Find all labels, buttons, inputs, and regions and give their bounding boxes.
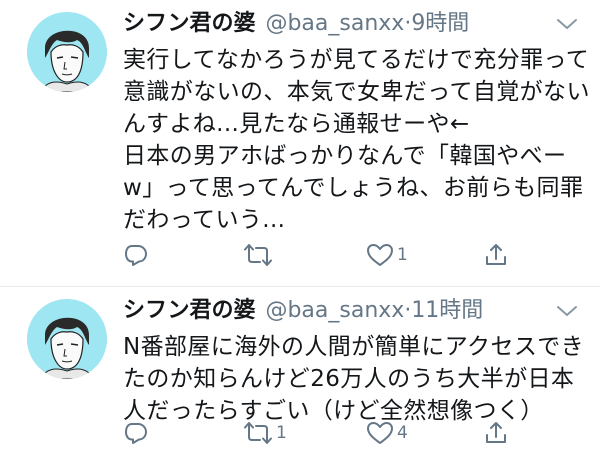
tweet-text-line: w」って思ってんでしょうね、お前らも同罪 [123,175,584,201]
like-count: 1 [397,245,408,265]
user-handle[interactable]: @baa_sanxx [265,298,404,323]
tweet[interactable]: シフン君の婆 @baa_sanxx·9時間 実行してなかろうが見てるだけで充分罪っ… [0,0,600,287]
retweet-button[interactable]: 1 [243,418,287,448]
tweet-text-line: だわっていう... [123,207,286,233]
tweet-text: N番部屋に海外の人間が簡単にアクセスでき たのか知らんけど26万人のうち大半が日… [123,331,585,427]
tweet-text: 実行してなかろうが見てるだけで充分罪って 意識がないの、本気で女卑だって自覚がな… [123,44,590,236]
avatar[interactable] [27,299,107,379]
display-name[interactable]: シフン君の婆 [123,298,255,323]
share-button[interactable] [483,418,509,448]
tweet-text-line: 日本の男アホばっかりなんで「韓国やべー [123,143,567,169]
retweet-icon [244,422,272,444]
user-handle[interactable]: @baa_sanxx [265,11,404,36]
tweet-text-line: たのか知らんけど26万人のうち大半が日本 [123,366,575,392]
heart-icon [367,244,393,266]
retweet-button[interactable] [243,240,276,270]
tweet-text-line: んすよね...見たなら通報せーや← [123,111,470,137]
share-icon [486,244,506,265]
chevron-down-icon[interactable] [556,16,578,32]
heart-icon [367,422,393,444]
display-name[interactable]: シフン君の婆 [123,11,255,36]
chevron-down-icon[interactable] [556,303,578,319]
reply-button[interactable] [123,418,152,448]
retweet-count: 1 [276,423,287,443]
reply-button[interactable] [123,240,152,270]
share-icon [486,422,506,443]
like-count: 4 [397,423,408,443]
tweet-actions: 1 [123,240,523,270]
tweet-actions: 1 4 [123,418,523,448]
share-button[interactable] [483,240,509,270]
tweet-header: シフン君の婆 @baa_sanxx·9時間 [123,8,469,40]
tweet-text-line: 意識がないの、本気で女卑だって自覚がない [123,79,590,105]
tweet-text-line: N番部屋に海外の人間が簡単にアクセスでき [123,334,585,360]
like-button[interactable]: 1 [366,240,408,270]
tweet-text-line: 実行してなかろうが見てるだけで充分罪って [123,47,590,73]
timestamp[interactable]: 11時間 [411,298,483,323]
avatar[interactable] [27,12,107,92]
reply-icon [125,423,147,444]
retweet-icon [244,244,272,266]
reply-icon [125,245,147,266]
like-button[interactable]: 4 [366,418,408,448]
timestamp[interactable]: 9時間 [411,11,469,36]
tweet-header: シフン君の婆 @baa_sanxx·11時間 [123,295,483,327]
tweet[interactable]: シフン君の婆 @baa_sanxx·11時間 N番部屋に海外の人間が簡単にアクセス… [0,287,600,461]
